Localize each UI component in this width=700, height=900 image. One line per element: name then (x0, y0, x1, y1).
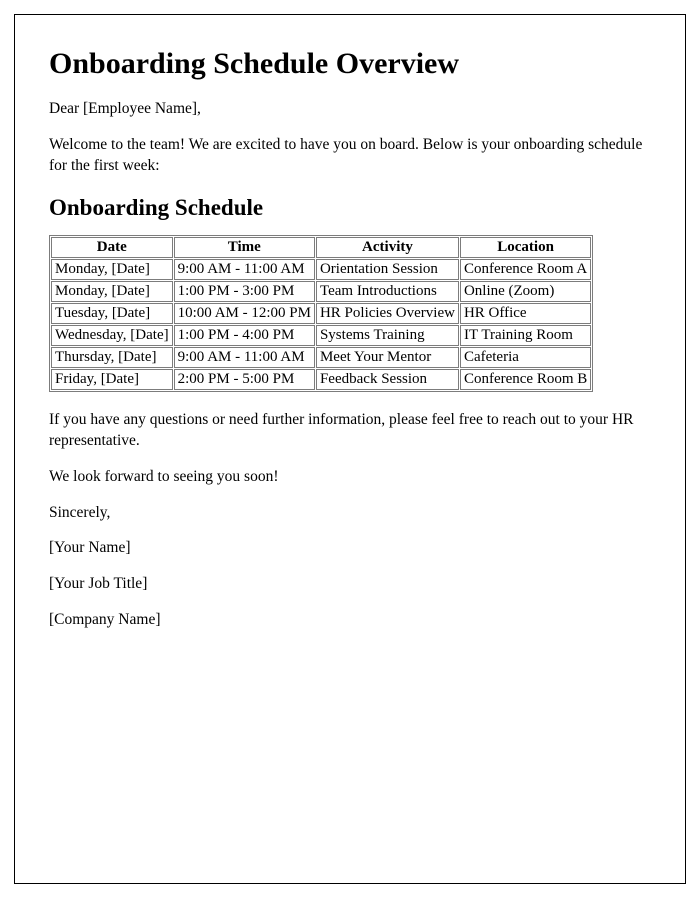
cell-date: Friday, [Date] (51, 369, 173, 390)
cell-date: Wednesday, [Date] (51, 325, 173, 346)
cell-location: Online (Zoom) (460, 281, 591, 302)
cell-date: Thursday, [Date] (51, 347, 173, 368)
closing-paragraph-1: If you have any questions or need furthe… (49, 410, 651, 452)
table-row: Wednesday, [Date] 1:00 PM - 4:00 PM Syst… (51, 325, 591, 346)
table-row: Friday, [Date] 2:00 PM - 5:00 PM Feedbac… (51, 369, 591, 390)
table-row: Tuesday, [Date] 10:00 AM - 12:00 PM HR P… (51, 303, 591, 324)
table-row: Monday, [Date] 1:00 PM - 3:00 PM Team In… (51, 281, 591, 302)
col-activity: Activity (316, 237, 459, 258)
signoff: Sincerely, (49, 503, 651, 524)
cell-time: 10:00 AM - 12:00 PM (174, 303, 315, 324)
cell-activity: Team Introductions (316, 281, 459, 302)
table-header-row: Date Time Activity Location (51, 237, 591, 258)
signer-title: [Your Job Title] (49, 574, 651, 595)
closing-paragraph-2: We look forward to seeing you soon! (49, 467, 651, 488)
page-title: Onboarding Schedule Overview (49, 47, 651, 81)
cell-time: 9:00 AM - 11:00 AM (174, 259, 315, 280)
document-page: Onboarding Schedule Overview Dear [Emplo… (14, 14, 686, 884)
cell-activity: Systems Training (316, 325, 459, 346)
col-date: Date (51, 237, 173, 258)
company-name: [Company Name] (49, 610, 651, 631)
cell-date: Monday, [Date] (51, 281, 173, 302)
table-row: Monday, [Date] 9:00 AM - 11:00 AM Orient… (51, 259, 591, 280)
cell-date: Monday, [Date] (51, 259, 173, 280)
col-time: Time (174, 237, 315, 258)
cell-activity: Feedback Session (316, 369, 459, 390)
cell-location: Cafeteria (460, 347, 591, 368)
schedule-table: Date Time Activity Location Monday, [Dat… (49, 235, 593, 392)
cell-time: 1:00 PM - 3:00 PM (174, 281, 315, 302)
cell-date: Tuesday, [Date] (51, 303, 173, 324)
greeting-line: Dear [Employee Name], (49, 99, 651, 120)
cell-activity: Orientation Session (316, 259, 459, 280)
intro-paragraph: Welcome to the team! We are excited to h… (49, 135, 651, 177)
signer-name: [Your Name] (49, 538, 651, 559)
col-location: Location (460, 237, 591, 258)
cell-time: 9:00 AM - 11:00 AM (174, 347, 315, 368)
cell-time: 2:00 PM - 5:00 PM (174, 369, 315, 390)
cell-activity: HR Policies Overview (316, 303, 459, 324)
table-row: Thursday, [Date] 9:00 AM - 11:00 AM Meet… (51, 347, 591, 368)
cell-location: HR Office (460, 303, 591, 324)
cell-location: Conference Room A (460, 259, 591, 280)
cell-location: IT Training Room (460, 325, 591, 346)
cell-activity: Meet Your Mentor (316, 347, 459, 368)
cell-time: 1:00 PM - 4:00 PM (174, 325, 315, 346)
schedule-heading: Onboarding Schedule (49, 195, 651, 221)
cell-location: Conference Room B (460, 369, 591, 390)
